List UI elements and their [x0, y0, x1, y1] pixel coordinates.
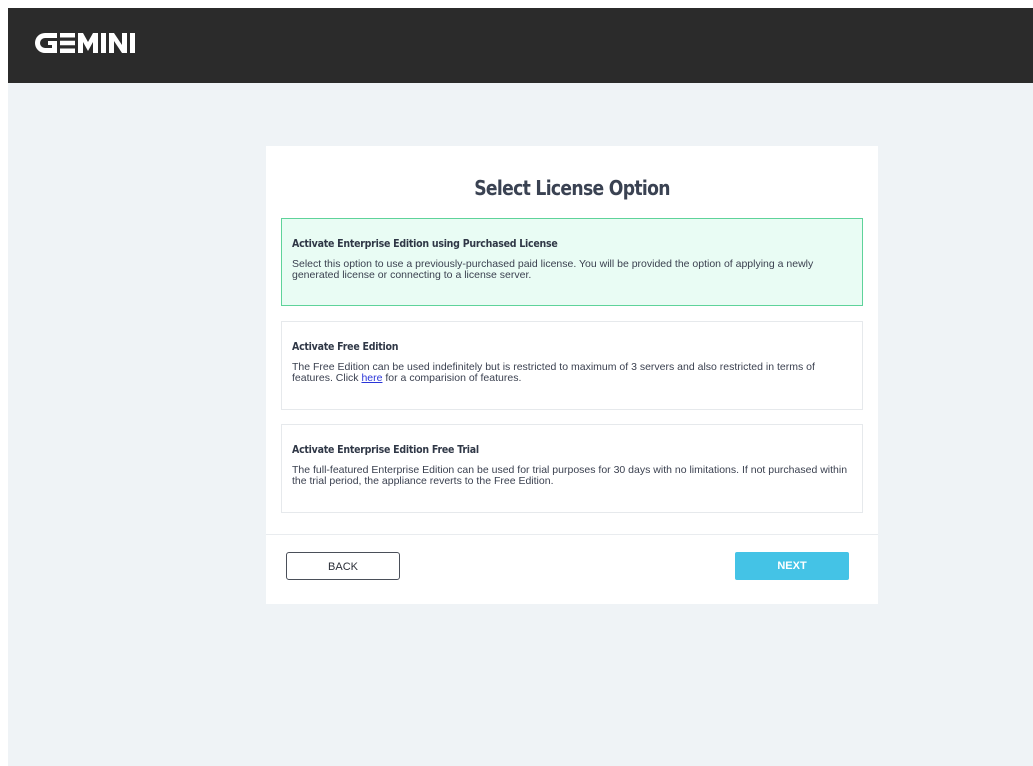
option-title: Activate Enterprise Edition using Purcha…: [292, 237, 558, 250]
app-window: Select License Option Activate Enterpris…: [8, 8, 1033, 766]
top-header-bar: [8, 8, 1033, 83]
option-title: Activate Enterprise Edition Free Trial: [292, 443, 479, 456]
comparison-link[interactable]: here: [361, 372, 382, 384]
option-description: The full-featured Enterprise Edition can…: [292, 464, 848, 487]
option-description: The Free Edition can be used indefinitel…: [292, 362, 852, 384]
option-description: Select this option to use a previously-p…: [292, 258, 814, 281]
back-button[interactable]: BACK: [286, 552, 400, 580]
option-title: Activate Free Edition: [292, 340, 399, 353]
page-title: Select License Option: [474, 176, 670, 200]
next-button[interactable]: NEXT: [735, 552, 849, 580]
option-free-edition[interactable]: Activate Free Edition The Free Edition c…: [281, 321, 863, 410]
gemini-logo: [33, 31, 153, 55]
option-enterprise-free-trial[interactable]: Activate Enterprise Edition Free Trial T…: [281, 424, 863, 513]
footer-divider: [266, 534, 878, 535]
description-text: for a comparision of features.: [382, 372, 522, 384]
option-purchased-license[interactable]: Activate Enterprise Edition using Purcha…: [281, 218, 863, 306]
license-option-card: Select License Option Activate Enterpris…: [266, 146, 878, 604]
